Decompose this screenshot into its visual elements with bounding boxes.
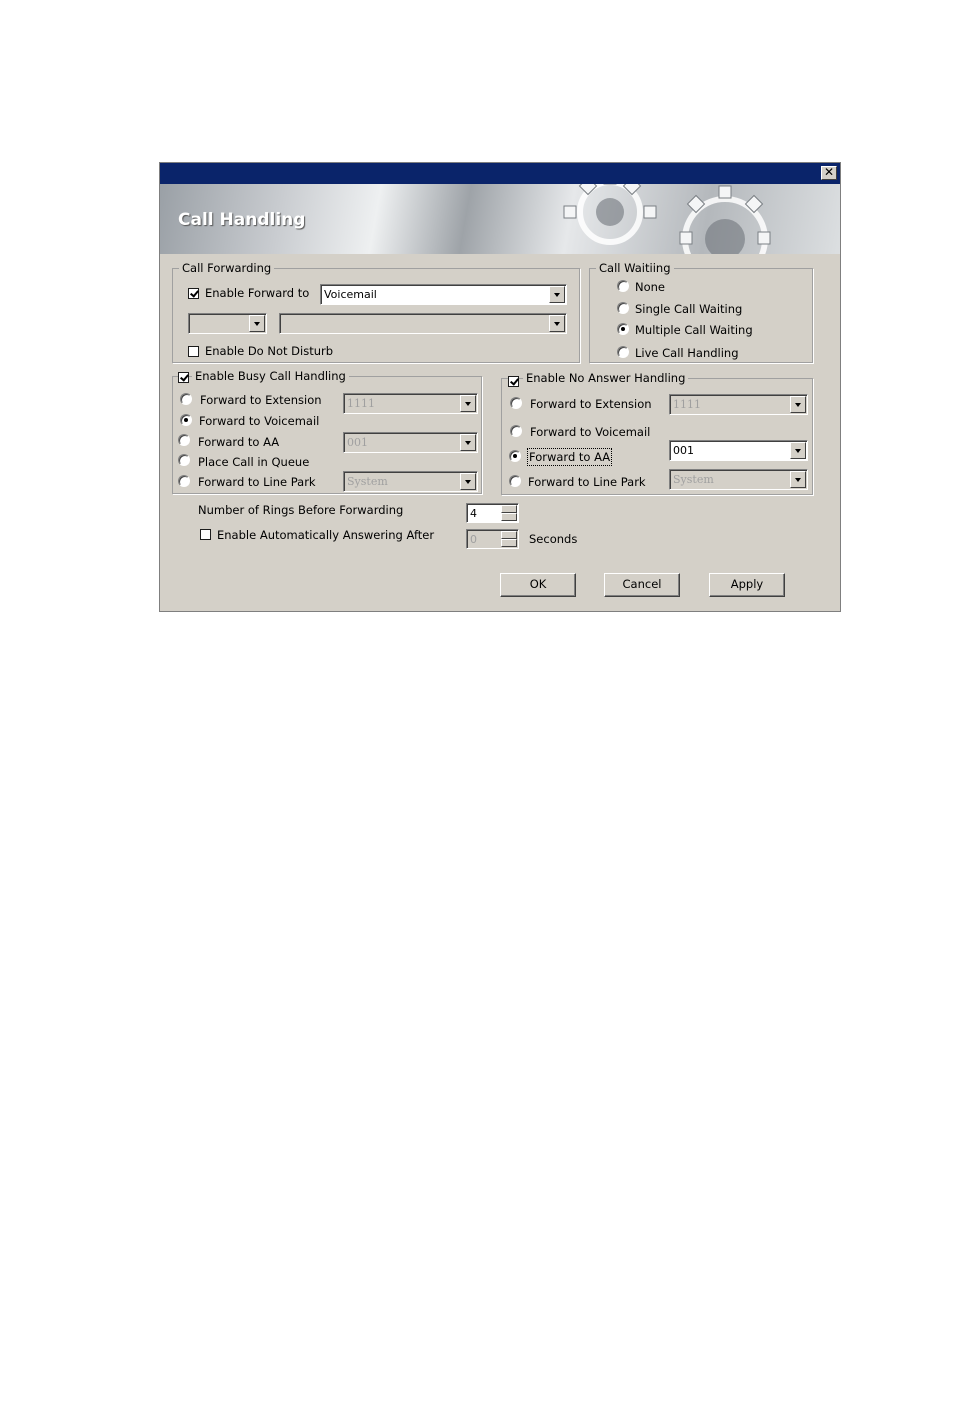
call-forwarding-legend: Call Forwarding: [179, 261, 275, 275]
spin-down-icon[interactable]: [501, 513, 517, 521]
chevron-down-icon[interactable]: [460, 434, 476, 451]
no-answer-aa-select[interactable]: 001: [669, 440, 808, 461]
busy-voicemail-radio[interactable]: [180, 414, 192, 426]
no-answer-voicemail-radio[interactable]: [510, 425, 522, 437]
gears-graphic: [563, 184, 771, 254]
call-waiting-group: Call Waitiing None Single Call Waiting M…: [589, 261, 813, 363]
call-waiting-legend: Call Waitiing: [596, 261, 674, 275]
busy-handling-group: Enable Busy Call Handling Forward to Ext…: [172, 369, 482, 494]
busy-option-label: Place Call in Queue: [198, 455, 310, 469]
chevron-down-icon[interactable]: [549, 315, 565, 332]
spin-up-icon[interactable]: [501, 531, 517, 539]
call-waiting-none-radio[interactable]: [617, 280, 629, 292]
no-answer-extension-radio[interactable]: [510, 397, 522, 409]
call-waiting-live-radio[interactable]: [617, 346, 629, 358]
enable-forward-checkbox[interactable]: [188, 288, 199, 299]
no-answer-handling-legend: Enable No Answer Handling: [523, 371, 689, 385]
busy-queue-radio[interactable]: [178, 454, 190, 466]
close-icon[interactable]: ✕: [821, 166, 837, 180]
no-answer-extension-select[interactable]: 1111: [669, 394, 808, 415]
call-waiting-option-label: Single Call Waiting: [635, 302, 743, 316]
call-waiting-option-label: Live Call Handling: [635, 346, 739, 360]
forward-to-select[interactable]: Voicemail: [320, 284, 567, 305]
busy-option-label: Forward to Line Park: [198, 475, 316, 489]
enable-forward-label: Enable Forward to: [205, 286, 310, 300]
cancel-button[interactable]: Cancel: [604, 573, 680, 597]
busy-option-label: Forward to Voicemail: [199, 414, 320, 428]
no-answer-option-label: Forward to AA: [526, 448, 613, 466]
chevron-down-icon[interactable]: [460, 395, 476, 412]
title-bar[interactable]: ✕: [160, 163, 840, 184]
no-answer-option-label: Forward to Extension: [530, 397, 652, 411]
no-answer-line-park-select[interactable]: System: [669, 469, 808, 490]
auto-answer-spinner[interactable]: 0: [466, 529, 519, 549]
no-answer-line-park-radio[interactable]: [509, 475, 521, 487]
call-waiting-single-radio[interactable]: [617, 302, 629, 314]
no-answer-handling-checkbox[interactable]: [508, 376, 519, 387]
busy-line-park-radio[interactable]: [178, 475, 190, 487]
spin-up-icon[interactable]: [501, 505, 517, 513]
call-waiting-option-label: None: [635, 280, 666, 294]
busy-handling-legend: Enable Busy Call Handling: [192, 369, 349, 383]
chevron-down-icon[interactable]: [460, 473, 476, 490]
call-waiting-option-label: Multiple Call Waiting: [635, 323, 753, 337]
busy-extension-select[interactable]: 1111: [343, 393, 478, 414]
auto-answer-value: 0: [470, 533, 477, 546]
chevron-down-icon[interactable]: [790, 396, 806, 413]
busy-option-label: Forward to AA: [198, 435, 280, 449]
busy-line-park-select[interactable]: System: [343, 471, 478, 492]
busy-option-label: Forward to Extension: [200, 393, 322, 407]
no-answer-option-label: Forward to Voicemail: [530, 425, 651, 439]
dnd-label: Enable Do Not Disturb: [205, 344, 334, 358]
busy-aa-select[interactable]: 001: [343, 432, 478, 453]
spin-down-icon[interactable]: [501, 539, 517, 547]
rings-spinner[interactable]: 4: [466, 503, 519, 523]
seconds-label: Seconds: [529, 532, 578, 546]
dialog-title: Call Handling: [178, 210, 306, 230]
busy-aa-radio[interactable]: [178, 434, 190, 446]
no-answer-handling-group: Enable No Answer Handling Forward to Ext…: [501, 371, 813, 495]
rings-label: Number of Rings Before Forwarding: [198, 503, 404, 517]
auto-answer-label: Enable Automatically Answering After: [217, 528, 435, 542]
call-handling-dialog: ✕ Call Handling Call Forwarding Enable F…: [159, 162, 841, 612]
chevron-down-icon[interactable]: [790, 471, 806, 488]
call-waiting-multiple-radio[interactable]: [617, 323, 629, 335]
rings-value: 4: [470, 507, 477, 520]
ok-button[interactable]: OK: [500, 573, 576, 597]
chevron-down-icon[interactable]: [549, 286, 565, 303]
forward-type-select[interactable]: [188, 313, 267, 334]
busy-extension-radio[interactable]: [180, 393, 192, 405]
auto-answer-checkbox[interactable]: [200, 529, 211, 540]
chevron-down-icon[interactable]: [249, 315, 265, 332]
header-banner: Call Handling: [160, 184, 840, 254]
apply-button[interactable]: Apply: [709, 573, 785, 597]
chevron-down-icon[interactable]: [790, 442, 806, 459]
busy-handling-checkbox[interactable]: [178, 372, 189, 383]
forward-to-value: Voicemail: [324, 288, 377, 301]
no-answer-aa-radio[interactable]: [509, 450, 521, 462]
call-forwarding-group: Call Forwarding Enable Forward to Voicem…: [172, 261, 580, 363]
dnd-checkbox[interactable]: [188, 346, 199, 357]
forward-target-select[interactable]: [279, 313, 567, 334]
no-answer-option-label: Forward to Line Park: [528, 475, 646, 489]
